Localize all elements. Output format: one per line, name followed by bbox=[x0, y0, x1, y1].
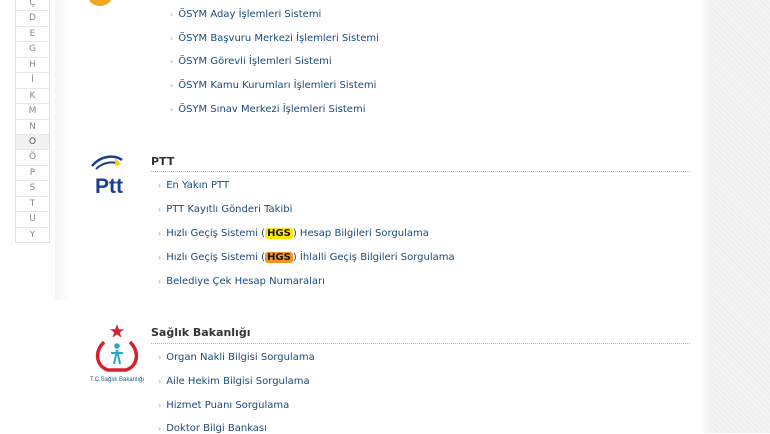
ptt-section-title: PTT bbox=[151, 155, 175, 168]
hgs-badge: HGS bbox=[265, 252, 293, 263]
saglik-logo-caption: T.C.Sağlık Bakanlığı bbox=[90, 377, 144, 383]
bullet-arrow-icon: › bbox=[158, 229, 162, 238]
saglik-link-aile-hekim[interactable]: › Aile Hekim Bilgisi Sorgulama bbox=[158, 376, 310, 387]
alphabet-letter-m[interactable]: M bbox=[16, 103, 49, 118]
ptt-link-kayitli-gonderi[interactable]: › PTT Kayıtlı Gönderi Takibi bbox=[158, 204, 292, 215]
saglik-section-divider bbox=[151, 343, 690, 344]
alphabet-letter-y[interactable]: Y bbox=[16, 226, 49, 242]
bullet-arrow-icon: › bbox=[170, 34, 174, 43]
bullet-arrow-icon: › bbox=[158, 181, 162, 190]
alphabet-letter-g[interactable]: G bbox=[16, 41, 49, 56]
alphabet-letter-e[interactable]: E bbox=[16, 25, 49, 41]
saglik-link-hizmet-puani[interactable]: › Hizmet Puanı Sorgulama bbox=[158, 400, 289, 411]
alphabet-letter-k[interactable]: K bbox=[16, 87, 49, 103]
osym-link-basvuru-merkezi[interactable]: › ÖSYM Başvuru Merkezi İşlemleri Sistemi bbox=[170, 33, 379, 44]
osym-logo bbox=[88, 0, 112, 6]
bullet-arrow-icon: › bbox=[158, 205, 162, 214]
alphabet-letter-t[interactable]: T bbox=[16, 195, 49, 211]
alphabet-letter-h[interactable]: H bbox=[16, 56, 49, 72]
alphabet-letter-i[interactable]: İ bbox=[16, 72, 49, 87]
bullet-arrow-icon: › bbox=[158, 424, 162, 433]
page-edge-shadow bbox=[700, 0, 712, 433]
osym-link-kamu-kurumlari[interactable]: › ÖSYM Kamu Kurumları İşlemleri Sistemi bbox=[170, 80, 376, 91]
ptt-link-hgs-ihlalli[interactable]: › Hızlı Geçiş Sistemi (HGS) İhlalli Geçiş… bbox=[158, 252, 455, 263]
ptt-link-hgs-hesap[interactable]: › Hızlı Geçiş Sistemi (HGS) Hesap Bilgile… bbox=[158, 228, 429, 239]
bullet-arrow-icon: › bbox=[170, 81, 174, 90]
osym-link-aday[interactable]: › ÖSYM Aday İşlemleri Sistemi bbox=[170, 9, 321, 20]
bullet-arrow-icon: › bbox=[170, 10, 174, 19]
bullet-arrow-icon: › bbox=[158, 377, 162, 386]
alphabet-letter-c[interactable]: Ç bbox=[16, 0, 49, 10]
alphabet-letter-o-umlaut[interactable]: Ö bbox=[16, 149, 49, 164]
alphabet-letter-s[interactable]: S bbox=[16, 180, 49, 195]
ptt-logo-text: Ptt bbox=[95, 175, 123, 198]
saglik-link-doktor-bilgi[interactable]: › Doktor Bilgi Bankası bbox=[158, 423, 267, 434]
bullet-arrow-icon: › bbox=[158, 353, 162, 362]
bullet-arrow-icon: › bbox=[158, 401, 162, 410]
ptt-logo: Ptt bbox=[91, 155, 123, 198]
saglik-link-organ-nakli[interactable]: › Organ Nakli Bilgisi Sorgulama bbox=[158, 352, 315, 363]
page-background-pattern bbox=[712, 0, 770, 433]
saglik-section-title: Sağlık Bakanlığı bbox=[151, 326, 251, 339]
bullet-arrow-icon: › bbox=[170, 57, 174, 66]
alphabet-letter-d[interactable]: D bbox=[16, 10, 49, 25]
hgs-badge: HGS bbox=[265, 228, 293, 239]
bullet-arrow-icon: › bbox=[158, 253, 162, 262]
alphabet-letter-u[interactable]: U bbox=[16, 211, 49, 226]
ptt-link-belediye-cek[interactable]: › Belediye Çek Hesap Numaraları bbox=[158, 276, 325, 287]
alphabet-letter-p[interactable]: P bbox=[16, 164, 49, 180]
ptt-section-divider bbox=[151, 171, 690, 172]
alphabet-letter-n[interactable]: N bbox=[16, 118, 49, 134]
alphabet-letter-o[interactable]: O bbox=[16, 133, 49, 150]
bullet-arrow-icon: › bbox=[170, 105, 174, 114]
bullet-arrow-icon: › bbox=[158, 277, 162, 286]
sidebar-edge bbox=[55, 0, 69, 300]
ptt-link-en-yakin[interactable]: › En Yakın PTT bbox=[158, 180, 229, 191]
osym-link-gorevli[interactable]: › ÖSYM Görevli İşlemleri Sistemi bbox=[170, 56, 332, 67]
osym-link-sinav-merkezi[interactable]: › ÖSYM Sınav Merkezi İşlemleri Sistemi bbox=[170, 104, 365, 115]
saglik-bakanligi-logo: T.C.Sağlık Bakanlığı bbox=[90, 324, 144, 383]
alphabet-index: Ç D E G H İ K M N O Ö P S T U Y bbox=[15, 0, 50, 243]
